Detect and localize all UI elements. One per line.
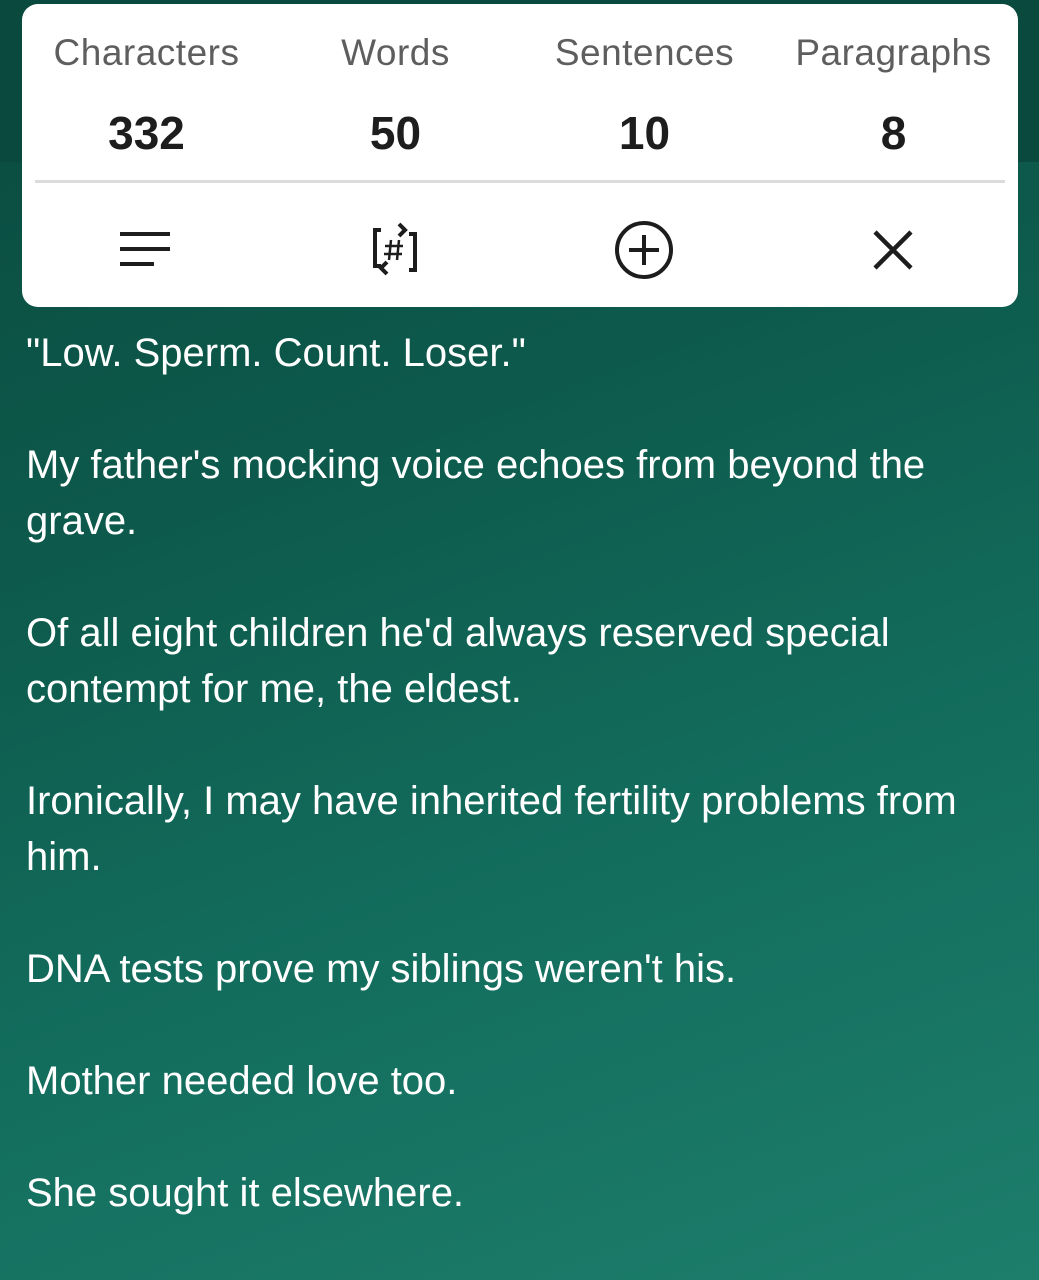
stat-label: Words [341,32,450,73]
add-circle-icon [615,221,673,279]
text-align-button[interactable] [108,212,184,288]
stat-value: 10 [618,107,671,159]
document-text[interactable]: "Low. Sperm. Count. Loser." My father's … [26,325,1016,1277]
paragraph: "Low. Sperm. Count. Loser." [26,331,526,375]
stat-value: 8 [880,107,907,159]
hash-counter-button[interactable] [357,212,433,288]
paragraph: Mother needed love too. [26,1059,458,1103]
stat-label: Sentences [554,32,735,73]
text-align-icon [120,232,170,266]
paragraph: My father's mocking voice echoes from be… [26,443,926,543]
paragraph: She sought it elsewhere. [26,1171,465,1215]
stat-label: Characters [53,32,240,73]
stat-value: 332 [108,107,185,159]
add-button[interactable] [606,212,682,288]
paragraph: DNA tests prove my siblings weren't his. [26,947,737,991]
paragraph: Ironically, I may have inherited fertili… [26,779,957,879]
text-stats-panel: Characters 332 Words 50 Sentences 10 Par… [22,4,1018,307]
close-icon [873,230,913,270]
close-button[interactable] [855,212,931,288]
paragraph: Of all eight children he'd always reserv… [26,611,890,711]
stat-value: 50 [369,107,422,159]
divider [35,180,1005,183]
stat-label: Paragraphs [795,32,992,73]
hash-counter-icon [373,222,417,276]
